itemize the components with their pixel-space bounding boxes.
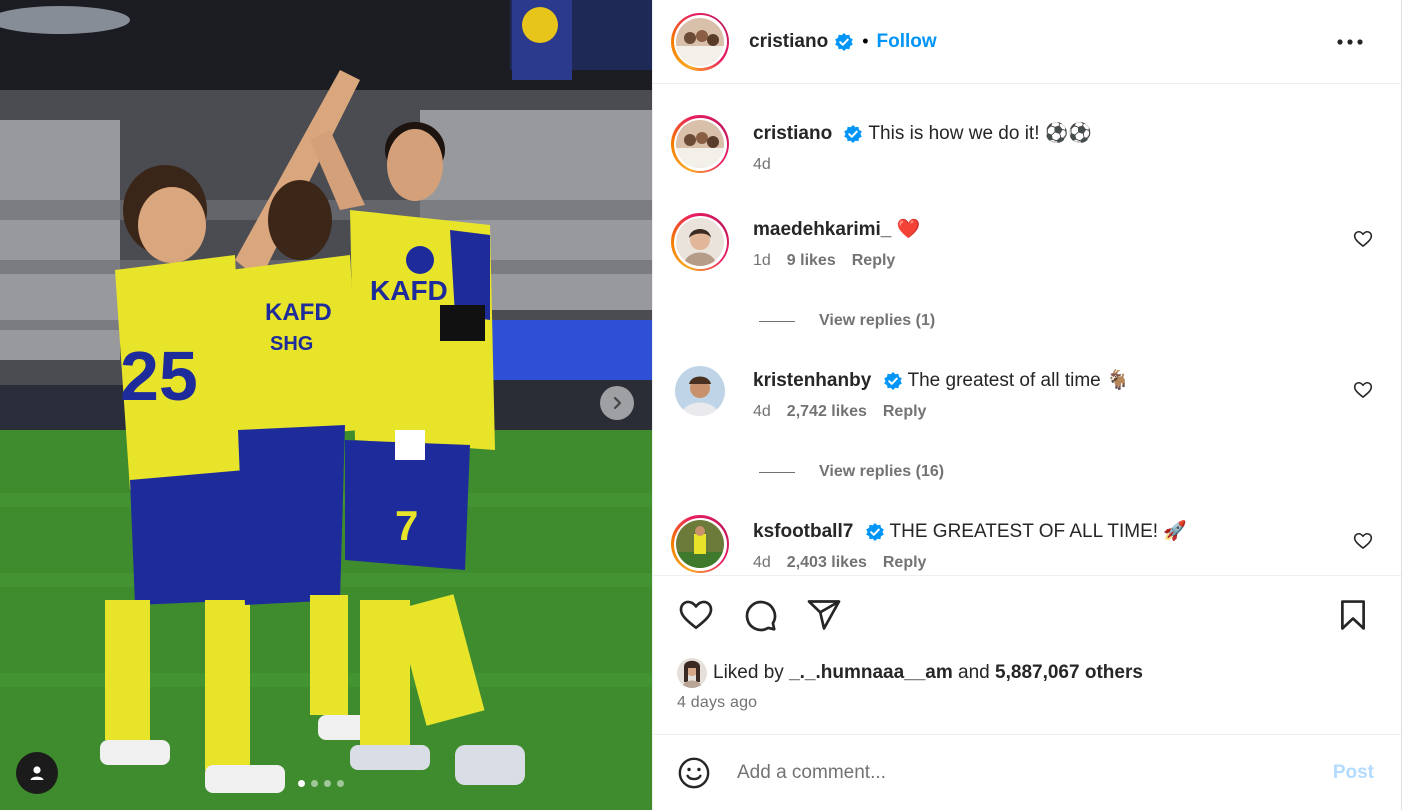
carousel-dot	[337, 780, 344, 787]
post-media[interactable]: fference 25 KAFD SHG	[0, 0, 652, 810]
user-tag-icon	[30, 766, 44, 780]
emoji-button[interactable]	[675, 754, 713, 792]
chevron-right-icon	[613, 396, 622, 410]
like-button[interactable]	[677, 596, 715, 634]
post-detail-panel: cristiano • Follow cristiano This is how…	[652, 0, 1402, 810]
replies-rule	[759, 471, 795, 473]
save-icon	[1341, 600, 1365, 630]
caption-text: This is how we do it! ⚽⚽	[868, 123, 1093, 144]
carousel-dot	[311, 780, 318, 787]
heart-icon[interactable]	[1353, 531, 1373, 551]
view-replies-button[interactable]: View replies (1)	[759, 312, 935, 330]
svg-text:KAFD: KAFD	[265, 299, 332, 326]
comment-likes[interactable]: 2,742 likes	[787, 402, 867, 422]
post-caption: cristiano This is how we do it! ⚽⚽ 4d	[671, 115, 1391, 185]
comment-composer: Post	[653, 734, 1402, 810]
comment-age: 4d	[753, 554, 771, 571]
comment-item: kristenhanby The greatest of all time 🐐 …	[671, 364, 1391, 424]
tagged-users-button[interactable]	[16, 752, 58, 794]
view-replies-label: View replies (1)	[819, 312, 936, 329]
verified-badge-icon	[865, 522, 884, 541]
caption-age: 4d	[753, 156, 771, 173]
heart-icon[interactable]	[1353, 229, 1373, 249]
view-replies-label: View replies (16)	[819, 463, 945, 480]
svg-text:25: 25	[120, 337, 198, 415]
liked-by-others[interactable]: 5,887,067 others	[995, 662, 1143, 684]
separator-dot: •	[862, 31, 869, 51]
reply-button[interactable]: Reply	[883, 553, 927, 573]
share-icon	[807, 600, 841, 630]
share-button[interactable]	[805, 596, 843, 634]
carousel-dot	[324, 780, 331, 787]
emoji-icon	[678, 757, 710, 788]
more-options-icon	[1337, 39, 1363, 45]
carousel-dot	[298, 780, 305, 787]
heart-icon[interactable]	[1353, 380, 1373, 400]
liker-username[interactable]: _._.humnaaa__am	[789, 662, 953, 684]
commenter-avatar[interactable]	[671, 213, 729, 271]
verified-badge-icon	[835, 32, 854, 51]
comment-likes[interactable]: 9 likes	[787, 251, 836, 271]
author-username[interactable]: cristiano	[749, 31, 828, 53]
comment-icon	[745, 600, 777, 632]
comment-button[interactable]	[741, 596, 779, 634]
post-timestamp: 4 days ago	[677, 694, 758, 711]
view-replies-button[interactable]: View replies (16)	[759, 463, 944, 481]
svg-text:7: 7	[395, 502, 418, 549]
comment-age: 1d	[753, 252, 771, 269]
post-actions: Liked by _._.humnaaa__am and 5,887,067 o…	[653, 575, 1402, 735]
heart-icon	[679, 600, 713, 630]
liker-avatar[interactable]	[677, 658, 707, 688]
liked-by-prefix: Liked by	[713, 662, 784, 683]
reply-button[interactable]: Reply	[852, 251, 896, 271]
follow-button[interactable]: Follow	[877, 31, 937, 53]
caption-username[interactable]: cristiano	[753, 123, 832, 144]
replies-rule	[759, 320, 795, 322]
verified-badge-icon	[844, 124, 863, 143]
save-button[interactable]	[1334, 596, 1372, 634]
comment-input[interactable]	[737, 761, 1297, 784]
svg-text:SHG: SHG	[270, 333, 313, 355]
comment-item: ksfootball7 THE GREATEST OF ALL TIME! 🚀 …	[671, 515, 1391, 575]
comments-list[interactable]: cristiano This is how we do it! ⚽⚽ 4d ma…	[653, 85, 1402, 575]
reply-button[interactable]: Reply	[883, 402, 927, 422]
post-header: cristiano • Follow	[653, 0, 1401, 84]
carousel-indicator	[298, 780, 344, 787]
comment-text: THE GREATEST OF ALL TIME! 🚀	[889, 521, 1187, 542]
liked-by-and: and	[958, 662, 990, 683]
comment-text: The greatest of all time 🐐	[907, 370, 1130, 391]
commenter-username[interactable]: kristenhanby	[753, 370, 871, 391]
post-photo: fference 25 KAFD SHG	[0, 0, 652, 810]
author-avatar[interactable]	[671, 12, 729, 71]
svg-text:KAFD: KAFD	[370, 275, 448, 306]
commenter-username[interactable]: ksfootball7	[753, 521, 853, 542]
caption-author-avatar[interactable]	[671, 115, 729, 173]
more-options-button[interactable]	[1335, 27, 1365, 57]
commenter-avatar[interactable]	[671, 515, 729, 573]
commenter-avatar[interactable]	[675, 366, 725, 416]
comment-likes[interactable]: 2,403 likes	[787, 553, 867, 573]
verified-badge-icon	[883, 371, 902, 390]
carousel-next-button[interactable]	[600, 386, 634, 420]
likes-summary[interactable]: Liked by _._.humnaaa__am and 5,887,067 o…	[677, 658, 1143, 688]
comment-age: 4d	[753, 403, 771, 420]
comment-item: maedehkarimi_ ❤️ 1d 9 likes Reply	[671, 213, 1391, 273]
comment-text: ❤️	[896, 219, 921, 240]
post-comment-button[interactable]: Post	[1333, 762, 1374, 784]
commenter-username[interactable]: maedehkarimi_	[753, 219, 891, 240]
